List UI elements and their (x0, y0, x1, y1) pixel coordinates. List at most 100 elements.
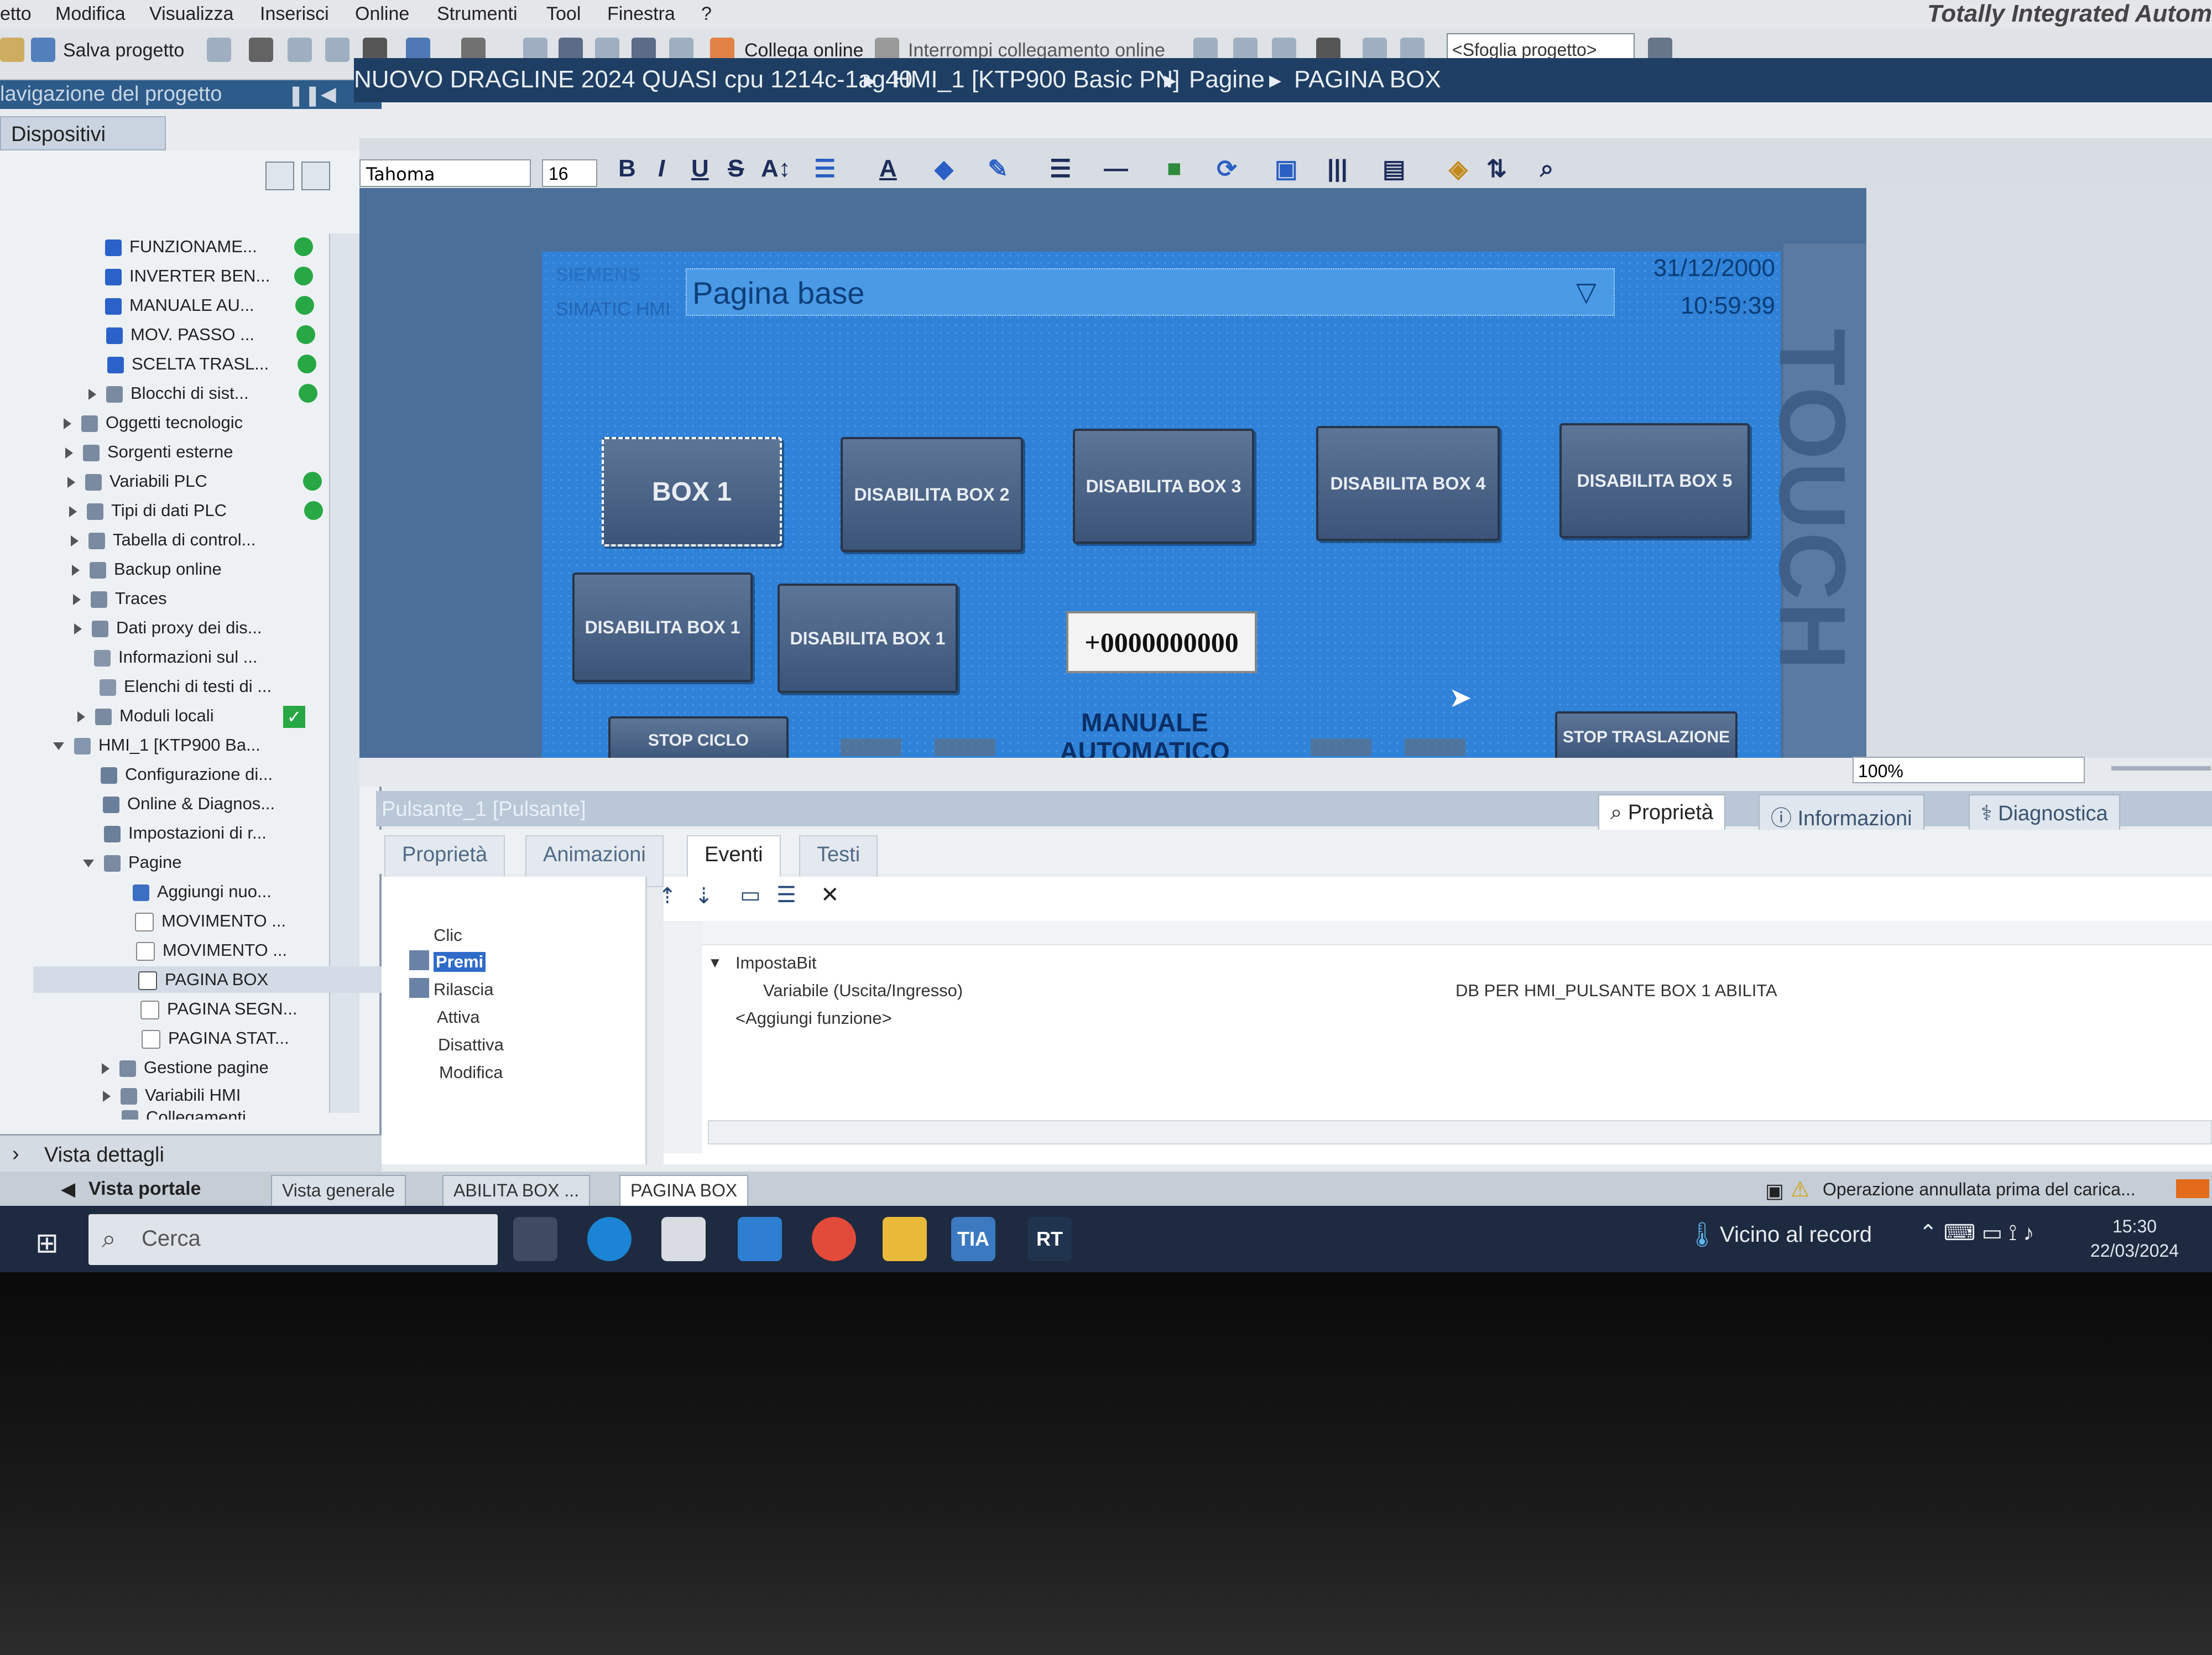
expand-arrow-icon[interactable] (65, 447, 73, 459)
event-click[interactable]: Clic (434, 925, 462, 945)
expand-arrow-icon[interactable] (102, 1063, 109, 1074)
expand-arrow-icon[interactable] (103, 1090, 111, 1102)
font-select[interactable]: Tahoma (359, 159, 531, 187)
move-down-icon[interactable]: ⇣ (695, 883, 713, 909)
disable-box3-button[interactable]: DISABILITA BOX 3 (1073, 429, 1254, 544)
fill-color-icon[interactable]: ◆ (935, 155, 953, 183)
tree-item[interactable]: MOVIMENTO ... (135, 908, 286, 934)
function-name[interactable]: ImpostaBit (735, 953, 816, 973)
expand-arrow-icon[interactable] (71, 535, 79, 547)
font-size-up-icon[interactable]: A↕ (761, 155, 791, 183)
edge-icon[interactable] (587, 1217, 632, 1261)
stop-cycle-button[interactable]: STOP CICLO (608, 716, 789, 763)
print-icon[interactable] (207, 38, 231, 62)
tree-item[interactable]: PAGINA STAT... (142, 1025, 289, 1052)
menu-item[interactable]: Strumenti (437, 3, 518, 25)
portal-view-button[interactable]: Vista portale (88, 1178, 201, 1200)
file-explorer-icon[interactable] (883, 1217, 927, 1261)
notifications-icon[interactable]: ▣ (1765, 1179, 1784, 1203)
expand-arrow-icon[interactable] (74, 623, 82, 634)
collapse-arrow-icon[interactable]: ▼ (708, 954, 722, 971)
open-project-icon[interactable] (0, 38, 24, 62)
chrome-icon[interactable] (812, 1217, 856, 1261)
tree-item-selected[interactable]: PAGINA BOX (33, 966, 434, 993)
disable-box5-button[interactable]: DISABILITA BOX 5 (1559, 423, 1750, 538)
paste-icon[interactable] (325, 38, 349, 62)
line-color-icon[interactable]: ✎ (988, 155, 1008, 183)
disable-box2-button[interactable]: DISABILITA BOX 2 (841, 437, 1023, 552)
box1-button[interactable]: BOX 1 (602, 437, 782, 547)
menu-item[interactable]: Inserisci (260, 3, 329, 25)
line-style-icon[interactable]: ☰ (1050, 155, 1071, 183)
disable-box1-button-2[interactable]: DISABILITA BOX 1 (778, 584, 958, 693)
task-view-icon[interactable] (513, 1217, 557, 1261)
tree-item[interactable]: MANUALE AU... (105, 292, 254, 319)
bold-button[interactable]: B (618, 155, 636, 183)
disable-box1-button[interactable]: DISABILITA BOX 1 (572, 573, 753, 682)
menu-item[interactable]: Visualizza (149, 3, 233, 25)
folder-icon[interactable]: ▭ (740, 882, 761, 908)
zoom-icon[interactable]: ⌕ (1540, 155, 1554, 183)
tree-item-hmi[interactable]: HMI_1 [KTP900 Ba... (53, 732, 260, 758)
breadcrumb-device[interactable]: HMI_1 [KTP900 Basic PN] (893, 66, 1180, 93)
tab-devices[interactable]: Dispositivi (0, 116, 166, 150)
menu-item[interactable]: Finestra (607, 3, 675, 25)
breadcrumb-pages[interactable]: Pagine (1189, 66, 1265, 93)
tree-item[interactable]: Moduli locali (77, 702, 214, 729)
tree-item[interactable]: FUNZIONAME... (105, 233, 257, 260)
event-modify[interactable]: Modifica (439, 1063, 503, 1082)
chevron-down-icon[interactable]: ▽ (1576, 277, 1597, 308)
overview-icon[interactable] (265, 162, 294, 190)
rotate-icon[interactable]: ⟳ (1217, 155, 1237, 183)
font-color-icon[interactable]: A (879, 155, 897, 183)
align-icon[interactable]: ☰ (814, 155, 836, 183)
event-press-selected[interactable]: Premi (434, 952, 486, 972)
tree-item[interactable]: MOVIMENTO ... (136, 937, 287, 964)
tree-item[interactable]: Tipi di dati PLC (69, 497, 227, 524)
menu-item[interactable]: Modifica (55, 3, 126, 25)
weather-text[interactable]: Vicino al record (1720, 1222, 1872, 1247)
move-up-icon[interactable]: ⇡ (658, 883, 677, 909)
expand-arrow-icon[interactable] (73, 594, 81, 605)
event-release[interactable]: Rilascia (434, 980, 494, 1000)
expand-arrow-icon[interactable] (64, 418, 71, 429)
line-width-icon[interactable]: — (1104, 155, 1128, 183)
tree-item[interactable]: Blocchi di sist... (88, 380, 249, 407)
menu-item[interactable]: Tool (546, 3, 581, 25)
grid-scrollbar[interactable] (708, 1120, 2212, 1144)
breadcrumb-project[interactable]: NUOVO DRAGLINE 2024 QUASI cpu 1214c-1ag4… (354, 66, 912, 93)
tree-item[interactable]: SCELTA TRASL... (107, 351, 269, 377)
italic-button[interactable]: I (658, 155, 665, 183)
save-project-button[interactable]: Salva progetto (63, 40, 184, 61)
expand-arrow-icon[interactable] (77, 711, 85, 722)
tree-item[interactable]: Collegamenti (122, 1104, 246, 1120)
event-deactivate[interactable]: Disattiva (438, 1035, 504, 1055)
expand-arrow-icon[interactable] (88, 388, 96, 400)
tree-item[interactable]: Dati proxy dei dis... (74, 615, 262, 641)
tree-item-pages[interactable]: Pagine (83, 849, 182, 876)
menu-item[interactable]: ? (701, 3, 712, 25)
cut-icon[interactable] (249, 38, 273, 62)
tree-item[interactable]: Informazioni sul ... (94, 644, 258, 670)
disable-box4-button[interactable]: DISABILITA BOX 4 (1316, 426, 1500, 541)
tray-icons[interactable]: ⌃ ⌨ ▭ ⟟ ♪ (1919, 1220, 2034, 1246)
underline-button[interactable]: U (691, 155, 709, 183)
numeric-io-field[interactable]: +0000000000 (1066, 611, 1257, 673)
delete-icon[interactable]: ✕ (821, 882, 839, 908)
tree-item[interactable]: Backup online (72, 556, 222, 582)
tree-item[interactable]: Aggiungi nuo... (133, 878, 272, 905)
tree-item[interactable]: Variabili PLC (67, 468, 207, 495)
save-icon[interactable] (31, 38, 55, 62)
collapse-icon[interactable]: ◀ (321, 82, 336, 106)
strikethrough-button[interactable]: S (728, 155, 744, 183)
taskbar-search[interactable]: Cerca (88, 1214, 498, 1265)
tree-item[interactable]: Sorgenti esterne (65, 439, 233, 465)
wincc-rt-icon[interactable]: RT (1027, 1217, 1072, 1261)
size-equal-icon[interactable]: ▤ (1383, 155, 1406, 183)
group-icon[interactable]: ⇅ (1486, 155, 1507, 183)
tree-item[interactable]: Tabella di control... (71, 527, 255, 553)
collapse-arrow-icon[interactable] (53, 742, 64, 750)
tree-item[interactable]: Elenchi di testi di ... (100, 673, 272, 700)
bring-front-icon[interactable]: ■ (1167, 155, 1182, 183)
tree-item[interactable]: PAGINA SEGN... (140, 996, 297, 1022)
